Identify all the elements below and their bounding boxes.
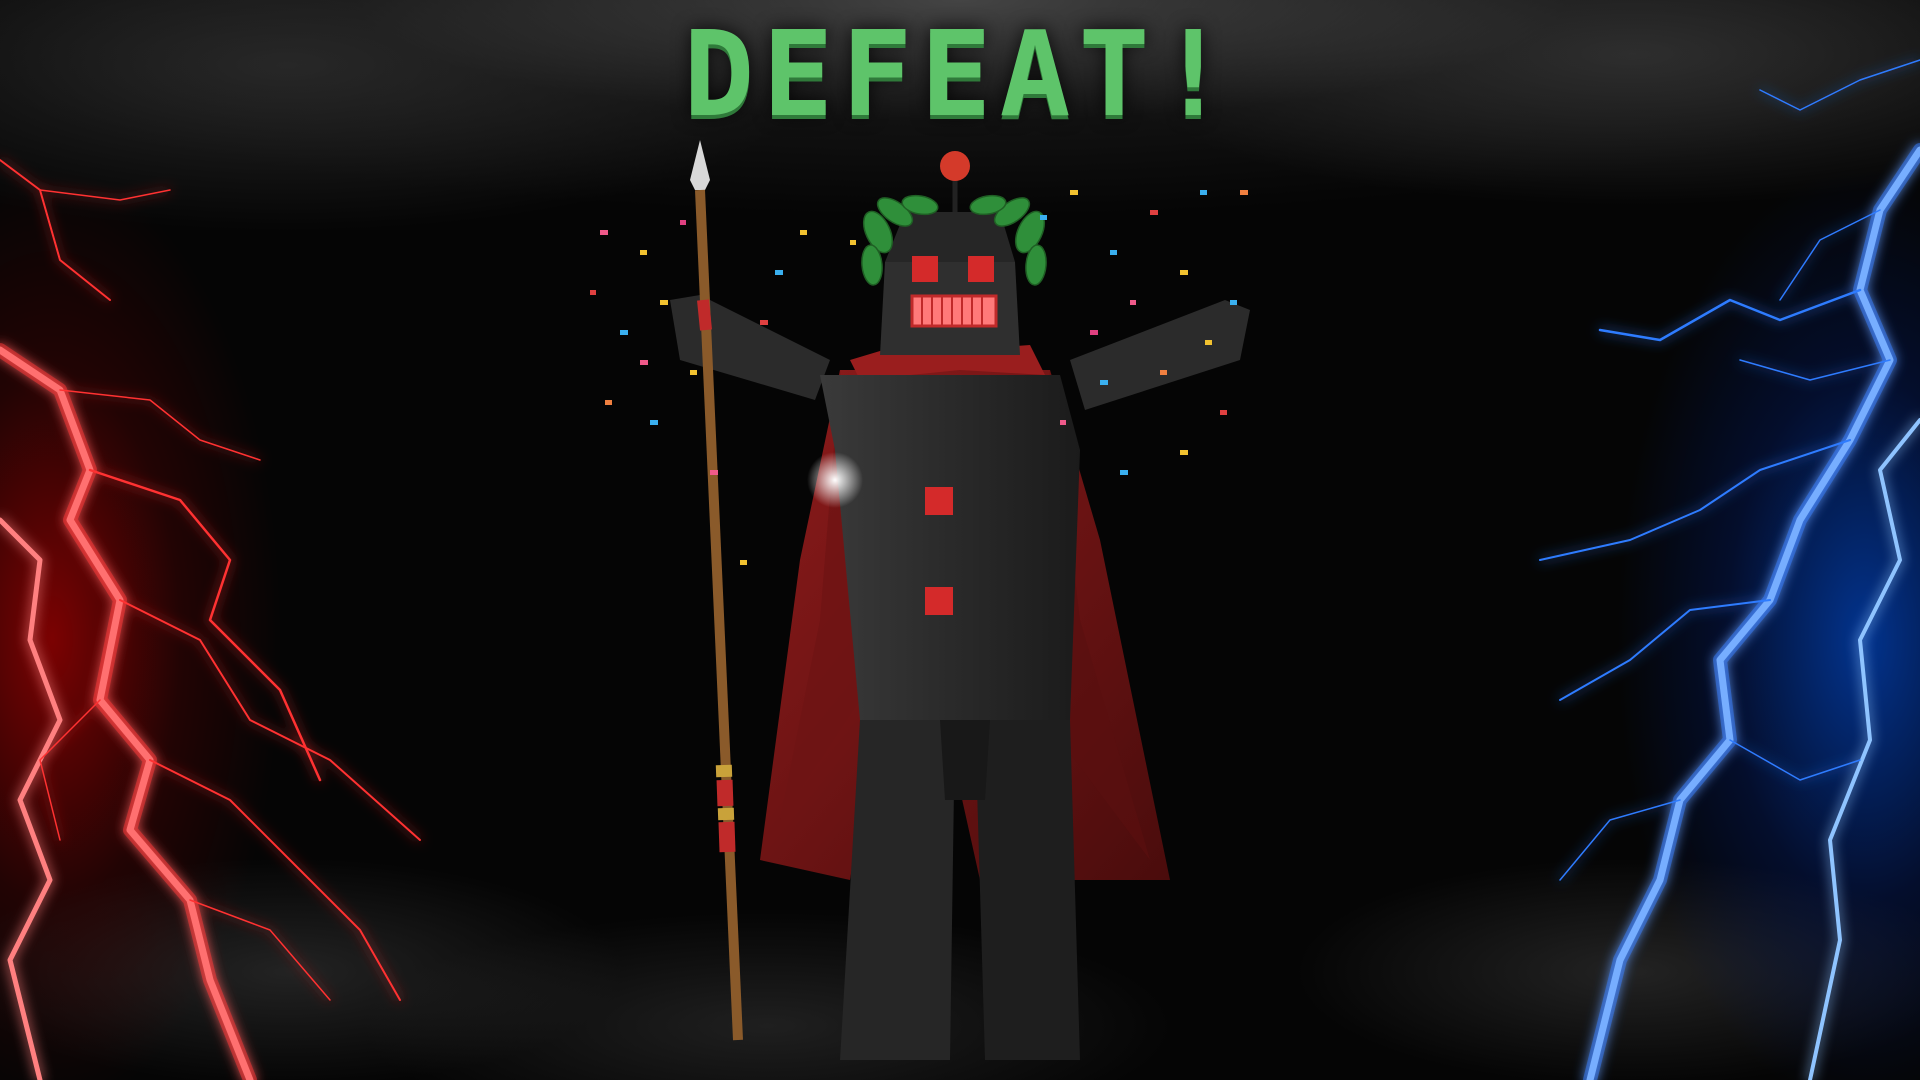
chest-button-top [925,487,953,515]
right-arm [1070,300,1250,410]
left-arm [670,295,830,400]
defeat-screen: DEFEAT! [0,0,1920,1080]
chest-button-bottom [925,587,953,615]
spear [690,140,743,1041]
right-eye [968,256,994,282]
right-leg [975,720,1080,1060]
robot-emperor-icon [590,140,1250,1060]
mouth [910,294,998,328]
antenna-ball [940,151,970,181]
left-eye [912,256,938,282]
torso [820,375,1080,720]
left-leg [840,720,955,1060]
